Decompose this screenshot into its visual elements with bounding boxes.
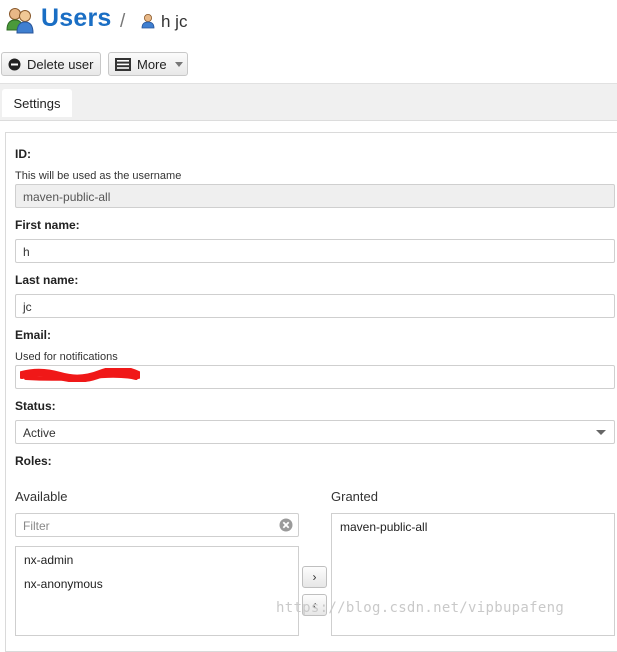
user-icon [141, 14, 155, 29]
tab-bar: Settings [0, 83, 617, 121]
tab-settings[interactable]: Settings [2, 89, 72, 117]
minus-circle-icon [8, 58, 21, 71]
breadcrumb-user-name: h jc [161, 12, 188, 31]
last-name-label: Last name: [15, 273, 79, 287]
redaction-scribble [20, 368, 140, 382]
more-label: More [137, 56, 167, 72]
first-name-label: First name: [15, 218, 80, 232]
email-help: Used for notifications [15, 351, 118, 363]
delete-user-button[interactable]: Delete user [1, 52, 101, 76]
roles-label: Roles: [15, 454, 52, 468]
id-field: maven-public-all [15, 184, 615, 208]
status-select[interactable]: Active [15, 420, 615, 444]
breadcrumb-separator: / [120, 11, 126, 32]
available-roles-list[interactable]: nx-admin nx-anonymous [15, 546, 299, 636]
delete-user-label: Delete user [27, 56, 94, 72]
granted-roles-list[interactable]: maven-public-all [331, 513, 615, 636]
more-button[interactable]: More [108, 52, 188, 76]
granted-heading: Granted [331, 489, 378, 504]
first-name-field[interactable]: h [15, 239, 615, 263]
page-title[interactable]: Users [41, 4, 112, 33]
status-label: Status: [15, 399, 56, 413]
status-value: Active [23, 426, 56, 440]
caret-down-icon [174, 61, 183, 67]
last-name-field[interactable]: jc [15, 294, 615, 318]
clear-icon[interactable] [279, 518, 293, 535]
role-filter-placeholder: Filter [23, 519, 50, 533]
users-icon [6, 8, 34, 34]
email-label: Email: [15, 328, 52, 342]
list-icon [115, 57, 131, 71]
list-item[interactable]: maven-public-all [340, 520, 427, 534]
available-heading: Available [15, 489, 68, 504]
id-help: This will be used as the username [15, 170, 182, 182]
list-item[interactable]: nx-admin [24, 553, 73, 567]
chevron-down-icon [596, 430, 606, 435]
watermark: https://blog.csdn.net/vipbupafeng [276, 600, 565, 616]
id-label: ID: [15, 147, 31, 161]
header: Users / h jc [0, 0, 617, 46]
add-role-button[interactable]: › [302, 566, 327, 588]
role-filter-input[interactable]: Filter [15, 513, 299, 537]
list-item[interactable]: nx-anonymous [24, 577, 103, 591]
